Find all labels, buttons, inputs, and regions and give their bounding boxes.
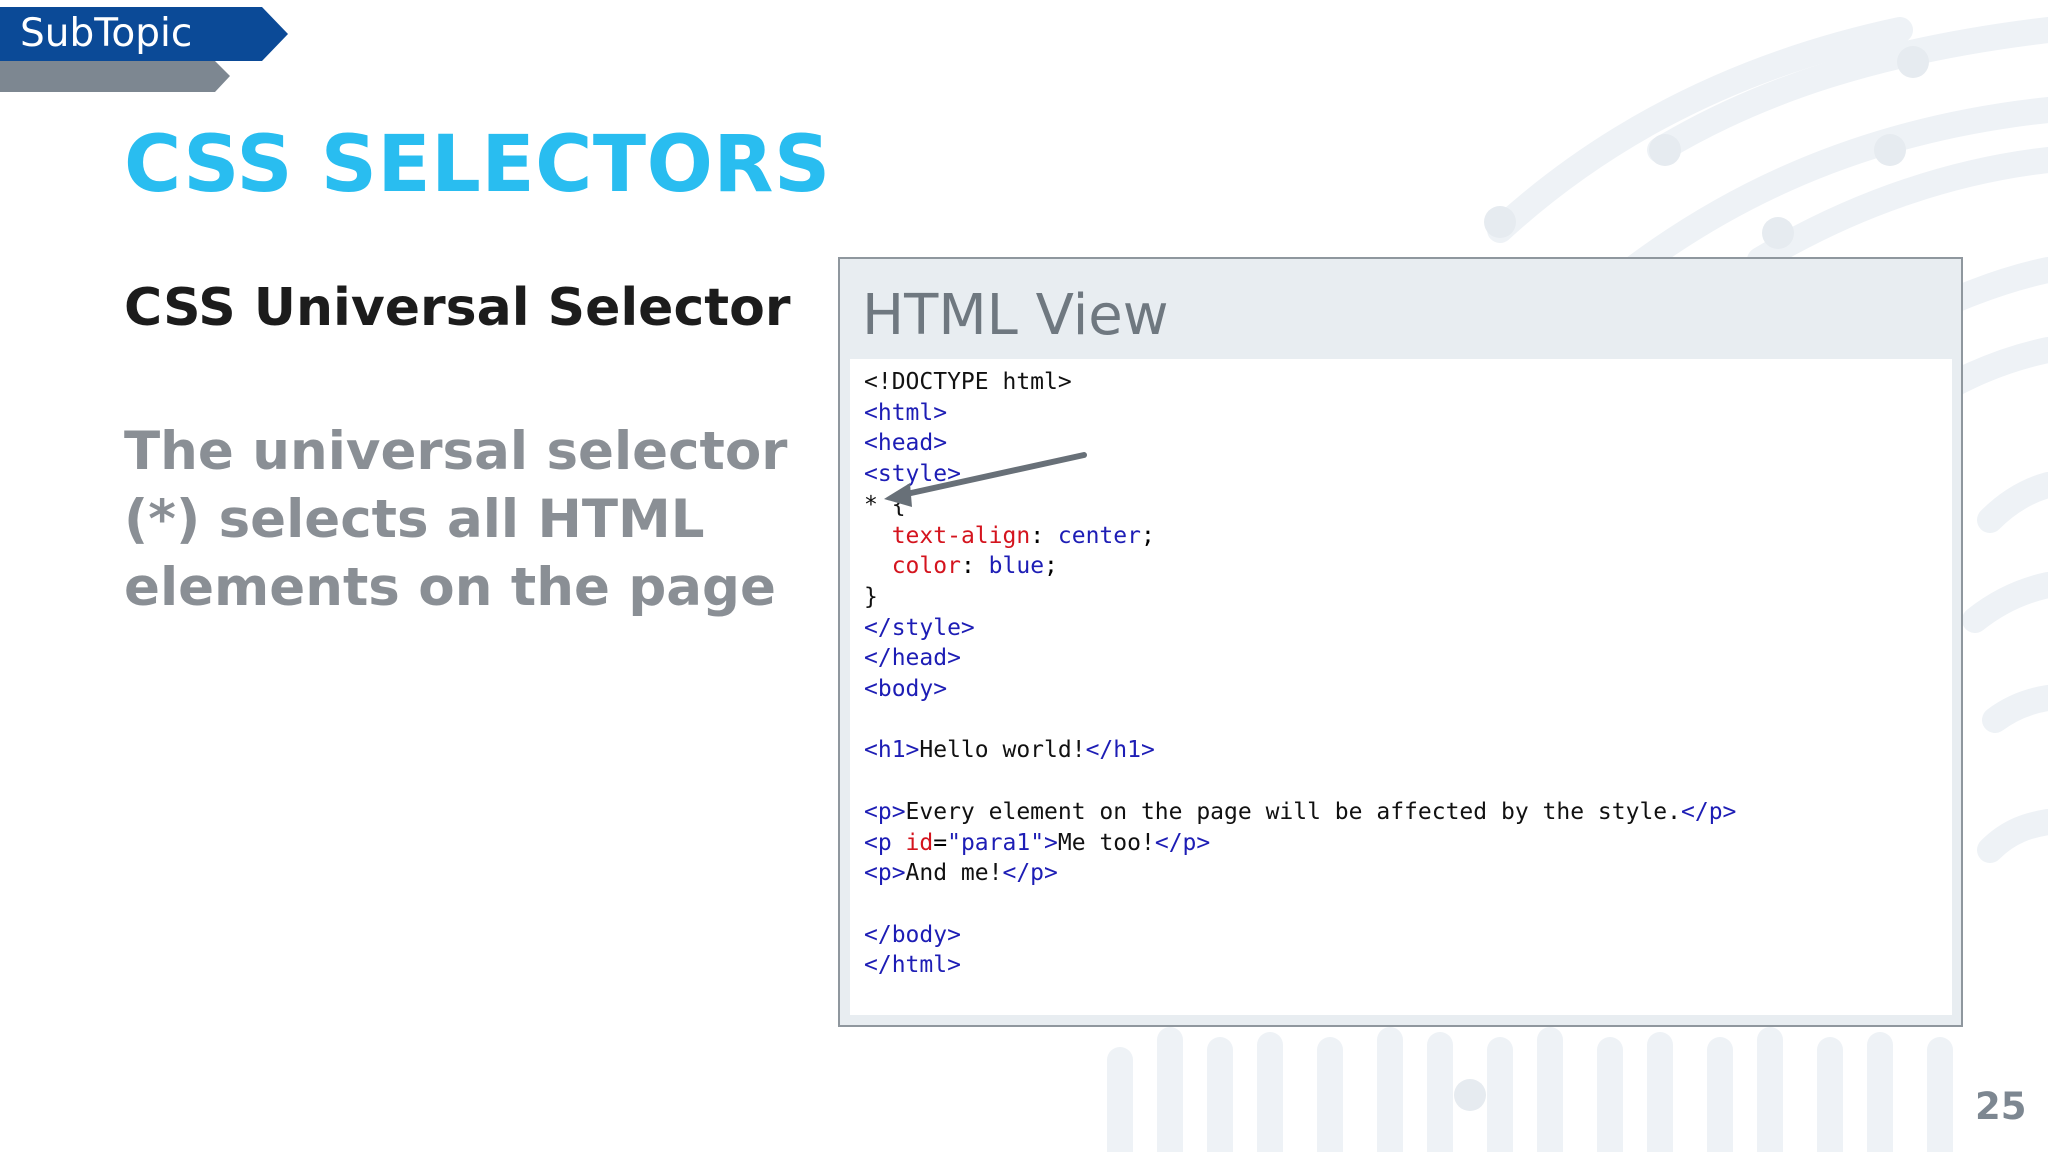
code-token: blue xyxy=(988,553,1045,580)
panel-title: HTML View xyxy=(862,283,1169,348)
description-text: The universal selector (*) selects all H… xyxy=(124,421,788,618)
code-line: <p>And me!</p> xyxy=(864,860,1058,886)
code-line: } xyxy=(864,584,878,610)
code-line: <body> xyxy=(864,676,947,702)
code-token: </p> xyxy=(1154,829,1211,856)
code-token: <body> xyxy=(864,676,948,703)
code-token: color xyxy=(891,553,961,580)
code-token: And me! xyxy=(905,860,1003,887)
code-line: <head> xyxy=(864,430,947,456)
code-token: </head> xyxy=(864,645,961,672)
code-line: <!DOCTYPE html> xyxy=(864,369,1072,395)
code-token: id xyxy=(905,829,934,856)
code-token: <html> xyxy=(864,399,948,426)
code-token: text-align xyxy=(891,522,1031,549)
code-line: <h1>Hello world!</h1> xyxy=(864,737,1155,763)
code-token: <p> xyxy=(864,860,906,887)
page-title: CSS SELECTORS xyxy=(124,120,831,210)
code-token: } xyxy=(864,583,878,610)
code-token: </h1> xyxy=(1085,737,1155,764)
code-token: </p> xyxy=(1681,798,1737,825)
code-token: </html> xyxy=(864,952,961,979)
code-line: </head> xyxy=(864,645,961,671)
code-token: <h1> xyxy=(864,737,920,764)
code-line: color: blue; xyxy=(891,553,1058,580)
section-heading: CSS Universal Selector xyxy=(124,278,791,338)
code-token: Hello world! xyxy=(919,737,1086,764)
code-token: <style> xyxy=(864,461,961,488)
code-token: center xyxy=(1057,522,1141,549)
code-line: </style> xyxy=(864,615,975,641)
code-token: <p> xyxy=(864,798,906,825)
subtopic-tab: SubTopic xyxy=(0,7,288,61)
code-block: <!DOCTYPE html> <html> <head> <style> * … xyxy=(864,367,1736,981)
code-token: * { xyxy=(864,491,906,518)
code-token: </p> xyxy=(1002,860,1058,887)
code-line: </body> xyxy=(864,922,961,948)
html-view-panel: HTML View <!DOCTYPE html> <html> <head> … xyxy=(838,257,1963,1027)
code-area: <!DOCTYPE html> <html> <head> <style> * … xyxy=(850,359,1952,1015)
code-line: * { xyxy=(864,492,906,518)
page-number: 25 xyxy=(1975,1085,2027,1128)
code-line: <p>Every element on the page will be aff… xyxy=(864,799,1736,825)
code-line: </html> xyxy=(864,952,961,978)
code-line: <html> xyxy=(864,400,947,426)
code-line: <style> xyxy=(864,461,961,487)
code-token: Me too! xyxy=(1057,829,1155,856)
code-token: </body> xyxy=(864,921,961,948)
code-line: <p id="para1">Me too!</p> xyxy=(864,829,1211,856)
code-token: Every element on the page will be affect… xyxy=(905,798,1681,825)
subtopic-underbar xyxy=(0,61,230,92)
code-token: "para1" xyxy=(947,829,1045,856)
code-token: <!DOCTYPE html> xyxy=(864,369,1072,395)
code-line: text-align: center; xyxy=(891,522,1155,549)
code-token: <p xyxy=(864,829,906,856)
code-token: </style> xyxy=(864,614,975,641)
code-token: <head> xyxy=(864,430,948,457)
